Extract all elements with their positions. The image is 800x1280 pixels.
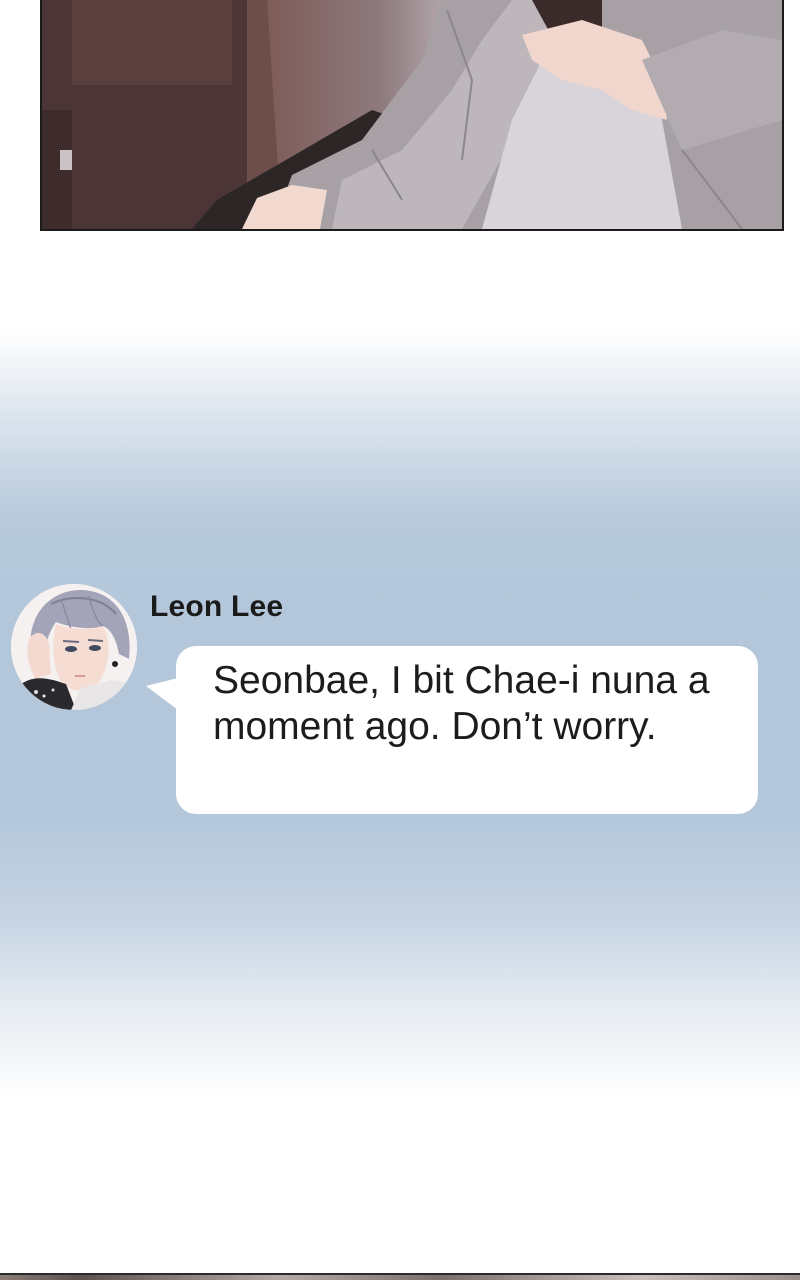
sender-name: Leon Lee [150,590,284,623]
message-bubble: Seonbae, I bit Chae-i nuna a moment ago.… [176,646,758,814]
comic-panel-bottom [0,1273,800,1280]
message-text: Seonbae, I bit Chae-i nuna a moment ago.… [213,659,710,748]
panel-illustration [42,0,782,229]
avatar [11,584,137,710]
comic-panel-top [40,0,784,231]
avatar-portrait-icon [11,584,137,710]
